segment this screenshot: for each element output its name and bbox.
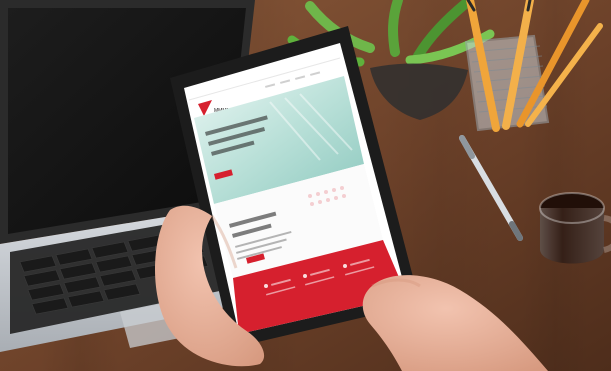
scene-svg: MMMM bbox=[0, 0, 611, 371]
coffee-cup bbox=[539, 192, 611, 264]
photo-scene: MMMM bbox=[0, 0, 611, 371]
